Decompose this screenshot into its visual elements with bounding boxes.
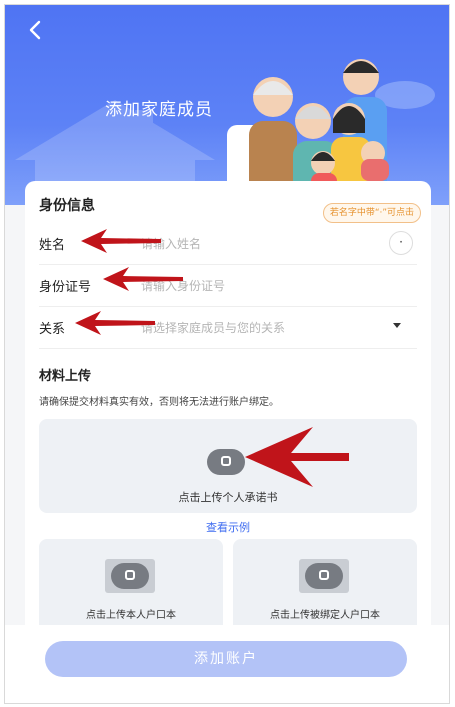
upload-bound-household-register[interactable]: 点击上传被绑定人户口本 xyxy=(233,539,417,639)
middle-dot-button[interactable]: · xyxy=(389,231,413,255)
upload-commitment-letter[interactable]: 点击上传个人承诺书 xyxy=(39,419,417,513)
camera-icon xyxy=(305,563,343,589)
upload-own-household-label: 点击上传本人户口本 xyxy=(86,610,176,621)
camera-icon xyxy=(111,563,149,589)
document-thumbnail xyxy=(105,559,155,593)
name-label: 姓名 xyxy=(39,238,66,253)
caret-down-icon xyxy=(393,323,401,328)
annotation-arrow-icon xyxy=(81,229,161,253)
id-number-label: 身份证号 xyxy=(39,280,92,295)
annotation-arrow-icon xyxy=(103,267,183,291)
footer-bar: 添加账户 xyxy=(5,625,449,703)
annotation-arrow-icon xyxy=(75,311,155,335)
annotation-arrow-icon xyxy=(245,427,349,487)
relation-select[interactable]: 请选择家庭成员与您的关系 xyxy=(141,319,285,336)
upload-commitment-label: 点击上传个人承诺书 xyxy=(178,491,278,504)
materials-section-title: 材料上传 xyxy=(39,369,92,384)
document-thumbnail xyxy=(299,559,349,593)
materials-hint: 请确保提交材料真实有效，否则将无法进行账户绑定。 xyxy=(39,397,279,408)
page-title: 添加家庭成员 xyxy=(105,100,213,120)
app-frame: 添加家庭成员 身份信息 若名字中带“·”可点击 姓名 请输入姓名 · 身份证号 … xyxy=(4,4,450,704)
add-account-button[interactable]: 添加账户 xyxy=(45,641,407,677)
chevron-left-icon xyxy=(29,20,41,40)
upload-own-household-register[interactable]: 点击上传本人户口本 xyxy=(39,539,223,639)
middle-dot-tip-tag: 若名字中带“·”可点击 xyxy=(322,203,421,223)
back-button[interactable] xyxy=(23,17,49,43)
id-number-row: 身份证号 请输入身份证号 xyxy=(39,265,417,307)
upload-bound-household-label: 点击上传被绑定人户口本 xyxy=(270,610,380,621)
camera-icon xyxy=(207,449,245,475)
relation-label: 关系 xyxy=(39,322,66,337)
identity-section-title: 身份信息 xyxy=(39,198,95,214)
header-banner: 添加家庭成员 xyxy=(5,5,449,205)
view-example-link[interactable]: 查看示例 xyxy=(25,519,431,535)
